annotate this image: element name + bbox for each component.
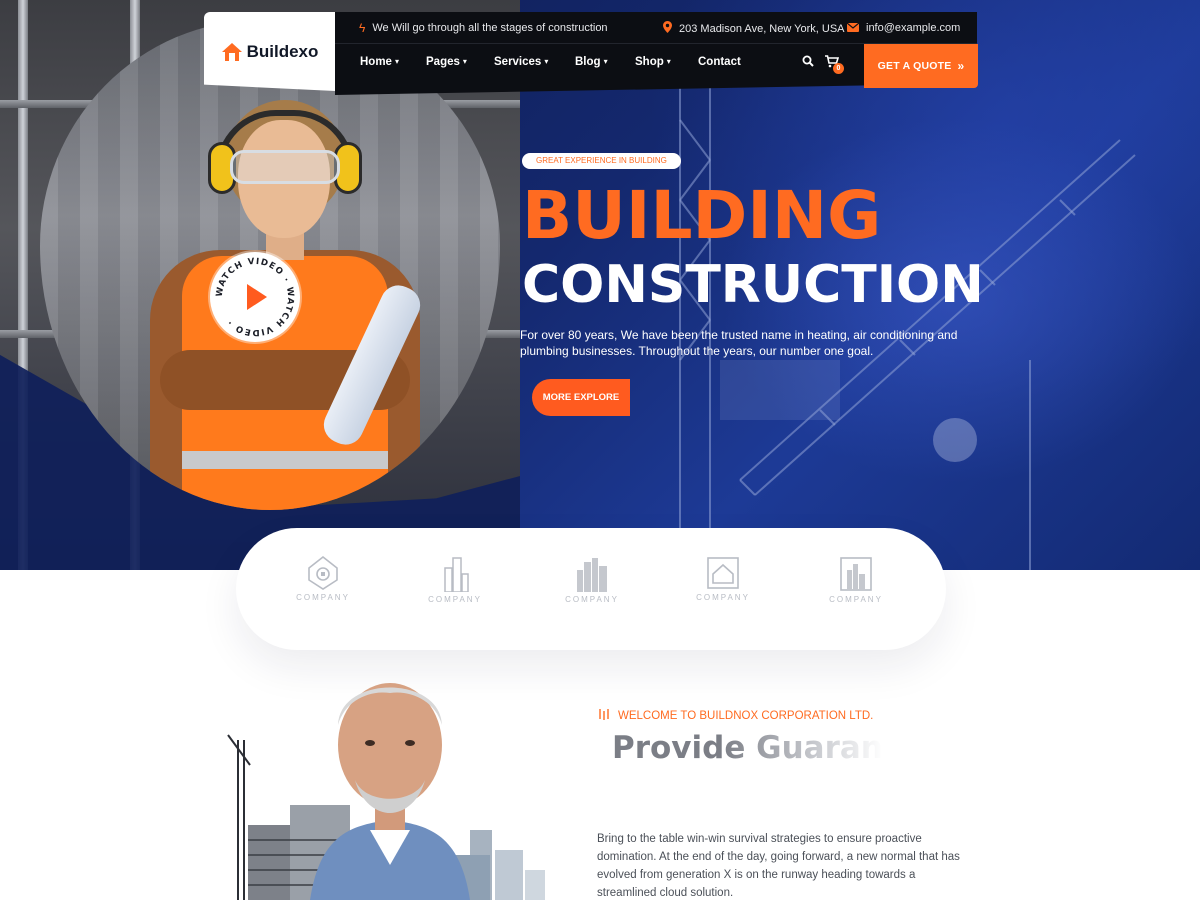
nav-item-pages[interactable]: Pages ▾ — [426, 56, 467, 68]
about-engineer-image — [220, 655, 560, 900]
about-eyebrow-text: WELCOME TO BUILDNOX CORPORATION LTD. — [618, 709, 874, 722]
nav-item-home[interactable]: Home ▾ — [360, 56, 399, 68]
brand-name: Buildexo — [246, 41, 319, 61]
client-logo[interactable]: COMPANY — [683, 556, 763, 602]
hero-tagline: GREAT EXPERIENCE IN BUILDING — [522, 153, 681, 169]
envelope-icon — [846, 21, 860, 35]
topbar-email[interactable]: info@example.com — [846, 21, 961, 35]
hero-title-line2: CONSTRUCTION — [522, 255, 984, 315]
house-pin-logo — [308, 556, 338, 590]
topbar: ϟ We Will go through all the stages of c… — [335, 12, 977, 44]
more-explore-button[interactable]: MORE EXPLORE — [532, 379, 630, 416]
watch-video-button[interactable]: WATCH VIDEO · WATCH VIDEO · — [210, 252, 300, 342]
skyline-logo — [577, 558, 607, 592]
topbar-address: 203 Madison Ave, New York, USA — [663, 21, 845, 36]
safety-goggles — [230, 150, 340, 184]
topbar-address-text: 203 Madison Ave, New York, USA — [679, 22, 845, 35]
client-name: COMPANY — [296, 593, 350, 602]
client-logos-strip: COMPANY COMPANY COMPANY COMPANY COMPANY — [236, 528, 946, 650]
client-logo[interactable]: COMPANY — [283, 556, 363, 602]
about-heading: Provide Guaran — [612, 730, 883, 766]
construction-icon — [598, 708, 610, 723]
logo-house-icon — [221, 42, 243, 62]
cart-count-badge: 0 — [833, 63, 844, 74]
tower-logo — [444, 557, 469, 592]
about-description: Bring to the table win-win survival stra… — [597, 833, 960, 899]
client-logo[interactable]: COMPANY — [816, 556, 896, 604]
chevron-down-icon: ▾ — [666, 57, 671, 66]
topbar-notice: ϟ We Will go through all the stages of c… — [359, 21, 608, 35]
hero-description: For over 80 years, We have been the trus… — [520, 328, 958, 358]
client-name: COMPANY — [829, 595, 883, 604]
map-pin-icon — [663, 21, 672, 36]
client-logo[interactable]: COMPANY — [415, 556, 495, 604]
topbar-email-text: info@example.com — [866, 22, 961, 34]
chevron-down-icon: ▾ — [462, 57, 467, 66]
logo[interactable]: Buildexo — [204, 12, 335, 91]
search-icon[interactable] — [802, 55, 814, 70]
nav-item-shop[interactable]: Shop ▾ — [635, 56, 671, 68]
nav-item-services[interactable]: Services ▾ — [494, 56, 548, 68]
about-eyebrow: WELCOME TO BUILDNOX CORPORATION LTD. — [598, 708, 873, 723]
buildings-box-logo — [840, 557, 872, 591]
chevron-down-icon: ▾ — [544, 57, 549, 66]
chevron-down-icon: ▾ — [603, 57, 608, 66]
play-icon — [247, 284, 267, 310]
client-name: COMPANY — [696, 593, 750, 602]
topbar-notice-text: We Will go through all the stages of con… — [372, 22, 608, 34]
bolt-icon: ϟ — [359, 21, 366, 35]
client-name: COMPANY — [428, 595, 482, 604]
client-name: COMPANY — [565, 595, 619, 604]
nav-item-contact[interactable]: Contact — [698, 56, 741, 68]
house-frame-logo — [707, 557, 739, 589]
double-chevron-right-icon: » — [957, 59, 965, 73]
hero-title-line1: BUILDING — [522, 177, 882, 254]
chevron-down-icon: ▾ — [394, 57, 399, 66]
get-a-quote-label: GET A QUOTE — [877, 60, 952, 72]
nav-item-blog[interactable]: Blog ▾ — [575, 56, 608, 68]
client-logo[interactable]: COMPANY — [552, 556, 632, 604]
get-a-quote-button[interactable]: GET A QUOTE » — [864, 44, 978, 88]
